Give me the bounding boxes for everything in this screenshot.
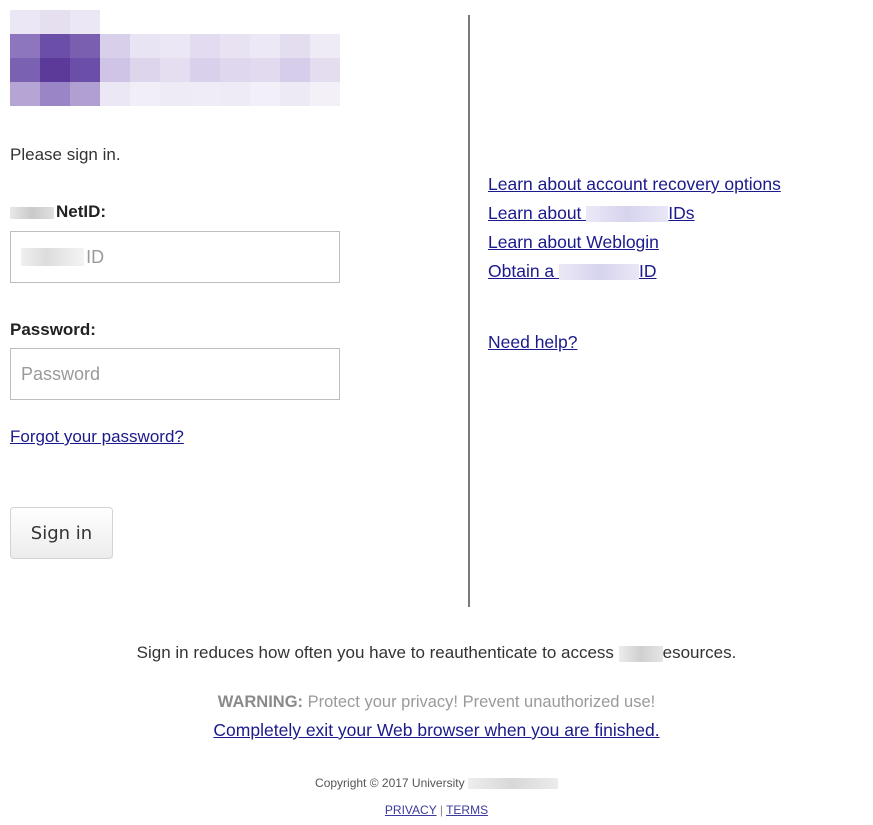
redacted-text xyxy=(559,264,640,281)
column-divider xyxy=(468,15,470,607)
redacted-text xyxy=(10,206,54,219)
password-field[interactable] xyxy=(10,348,340,400)
warning-label: WARNING: xyxy=(217,693,304,711)
privacy-warning: WARNING: Protect your privacy! Prevent u… xyxy=(217,693,656,711)
obtain-id-link[interactable]: Obtain a ID xyxy=(488,257,781,286)
learn-weblogin-link[interactable]: Learn about Weblogin xyxy=(488,228,781,257)
privacy-link[interactable]: PRIVACY xyxy=(385,803,437,817)
forgot-password-link[interactable]: Forgot your password? xyxy=(10,427,184,447)
info-links: Learn about account recovery options Lea… xyxy=(488,170,781,286)
sign-in-prompt: Please sign in. xyxy=(10,145,121,164)
exit-browser-link[interactable]: Completely exit your Web browser when yo… xyxy=(213,720,659,740)
footer-separator: | xyxy=(436,803,447,817)
netid-field[interactable] xyxy=(10,231,340,283)
redacted-text xyxy=(21,248,85,266)
redacted-text xyxy=(618,645,663,662)
need-help-link[interactable]: Need help? xyxy=(488,332,578,353)
footer-links: PRIVACY | TERMS xyxy=(0,803,873,817)
password-label: Password: xyxy=(10,320,96,339)
terms-link[interactable]: TERMS xyxy=(446,803,488,817)
account-recovery-link[interactable]: Learn about account recovery options xyxy=(488,170,781,199)
redacted-text xyxy=(586,206,669,223)
netid-label: NetID: xyxy=(10,202,106,222)
redacted-text xyxy=(467,778,558,790)
sign-in-button[interactable]: Sign in xyxy=(10,507,113,559)
learn-ids-link[interactable]: Learn about IDs xyxy=(488,199,781,228)
copyright: Copyright © 2017 University xyxy=(0,776,873,790)
sign-in-panel: Please sign in. NetID: Password: Forgot … xyxy=(10,0,450,610)
reauth-notice: Sign in reduces how often you have to re… xyxy=(136,643,737,662)
netid-input[interactable] xyxy=(86,246,329,268)
password-input[interactable] xyxy=(21,363,329,385)
